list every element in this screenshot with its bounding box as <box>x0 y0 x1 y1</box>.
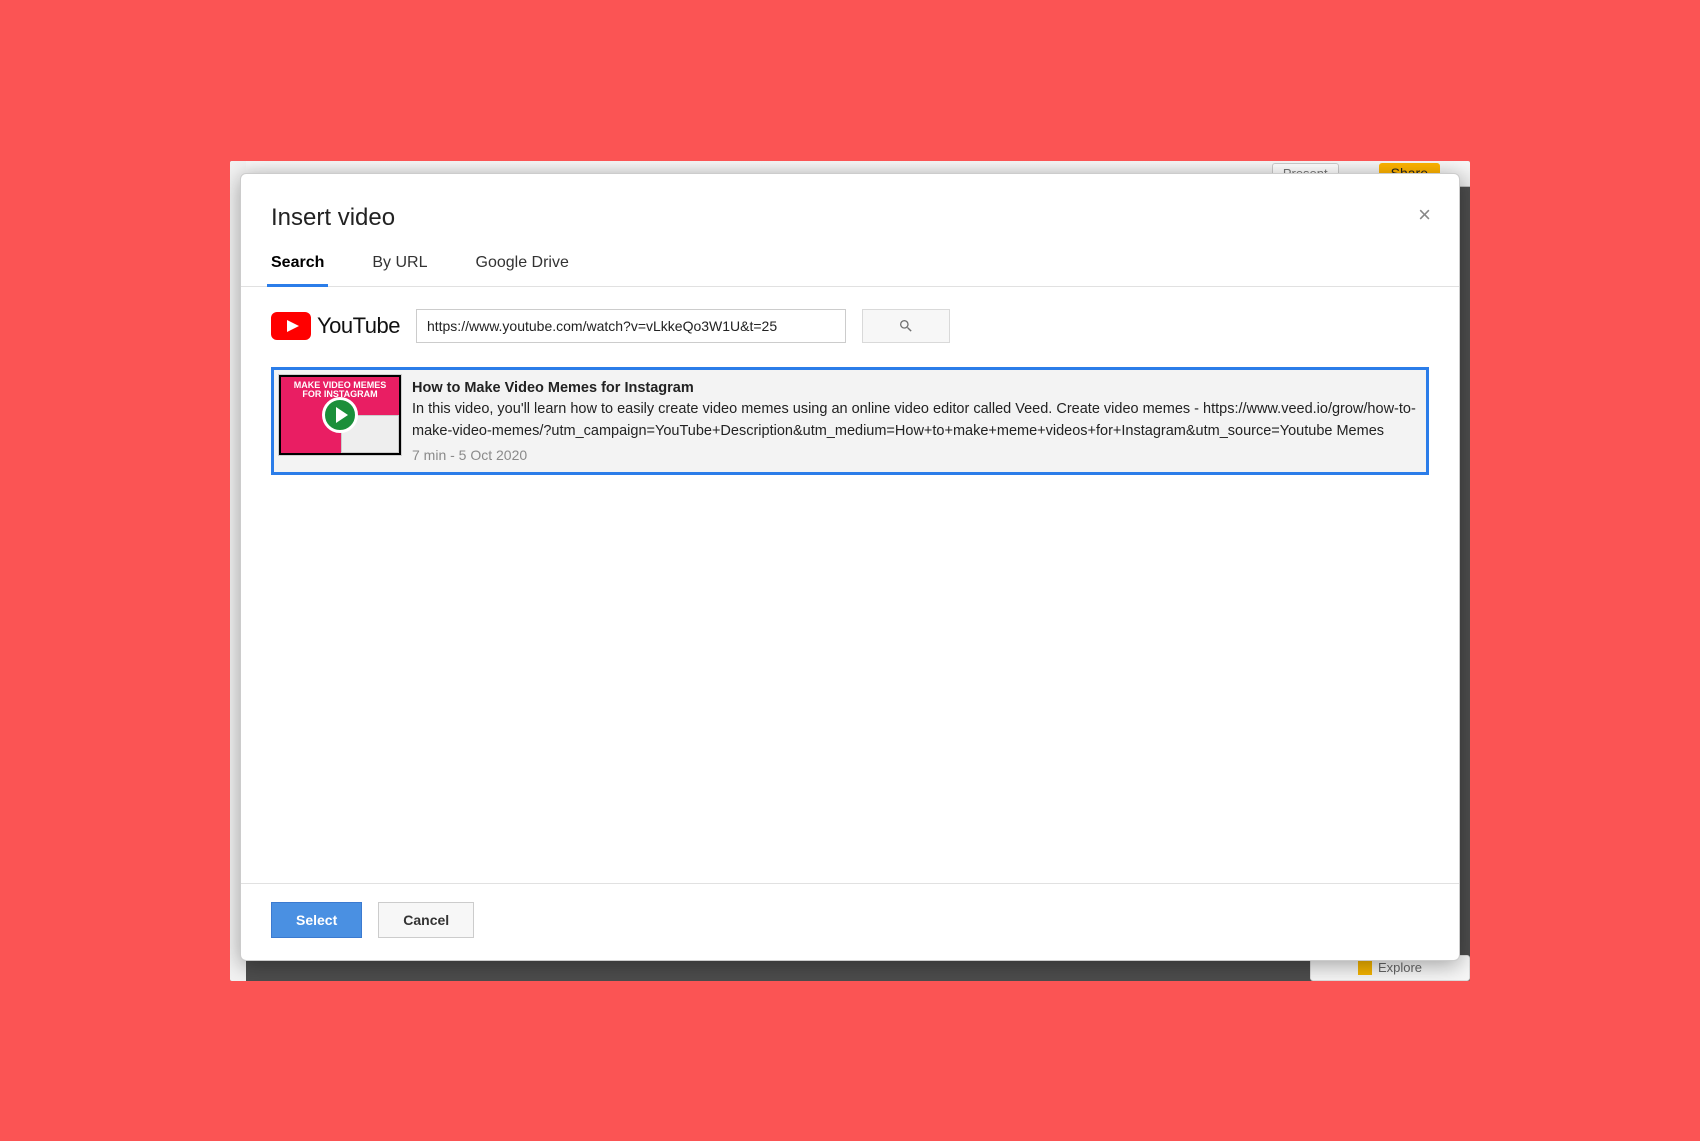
dialog-tabs: Search By URL Google Drive <box>241 232 1459 287</box>
search-row: YouTube <box>241 287 1459 343</box>
dialog-header: Insert video × <box>241 174 1459 232</box>
app-backdrop: Present Share Explore Insert video × Sea… <box>230 161 1470 981</box>
video-result[interactable]: MAKE VIDEO MEMES FOR INSTAGRAM How to Ma… <box>271 367 1429 475</box>
search-icon <box>898 318 914 334</box>
video-title: How to Make Video Memes for Instagram <box>412 378 1416 400</box>
dialog-title: Insert video <box>271 204 1429 232</box>
explore-icon <box>1358 961 1372 975</box>
video-meta: 7 min - 5 Oct 2020 <box>412 445 1416 466</box>
video-url-input[interactable] <box>416 309 846 343</box>
video-thumbnail: MAKE VIDEO MEMES FOR INSTAGRAM <box>278 374 402 456</box>
search-button[interactable] <box>862 309 950 343</box>
video-description: In this video, you'll learn how to easil… <box>412 399 1416 443</box>
explore-label: Explore <box>1378 960 1422 975</box>
insert-video-dialog: Insert video × Search By URL Google Driv… <box>240 173 1460 961</box>
video-result-text: How to Make Video Memes for Instagram In… <box>412 374 1422 468</box>
cancel-button[interactable]: Cancel <box>378 902 474 938</box>
close-icon[interactable]: × <box>1418 204 1431 226</box>
select-button[interactable]: Select <box>271 902 362 938</box>
tab-by-url[interactable]: By URL <box>372 254 427 286</box>
tab-google-drive[interactable]: Google Drive <box>476 254 569 286</box>
play-icon <box>322 397 358 433</box>
dialog-footer: Select Cancel <box>241 883 1459 960</box>
search-results: MAKE VIDEO MEMES FOR INSTAGRAM How to Ma… <box>241 343 1459 883</box>
youtube-wordmark: YouTube <box>317 313 400 339</box>
youtube-icon <box>271 312 311 340</box>
youtube-logo: YouTube <box>271 312 400 340</box>
tab-search[interactable]: Search <box>271 254 324 286</box>
